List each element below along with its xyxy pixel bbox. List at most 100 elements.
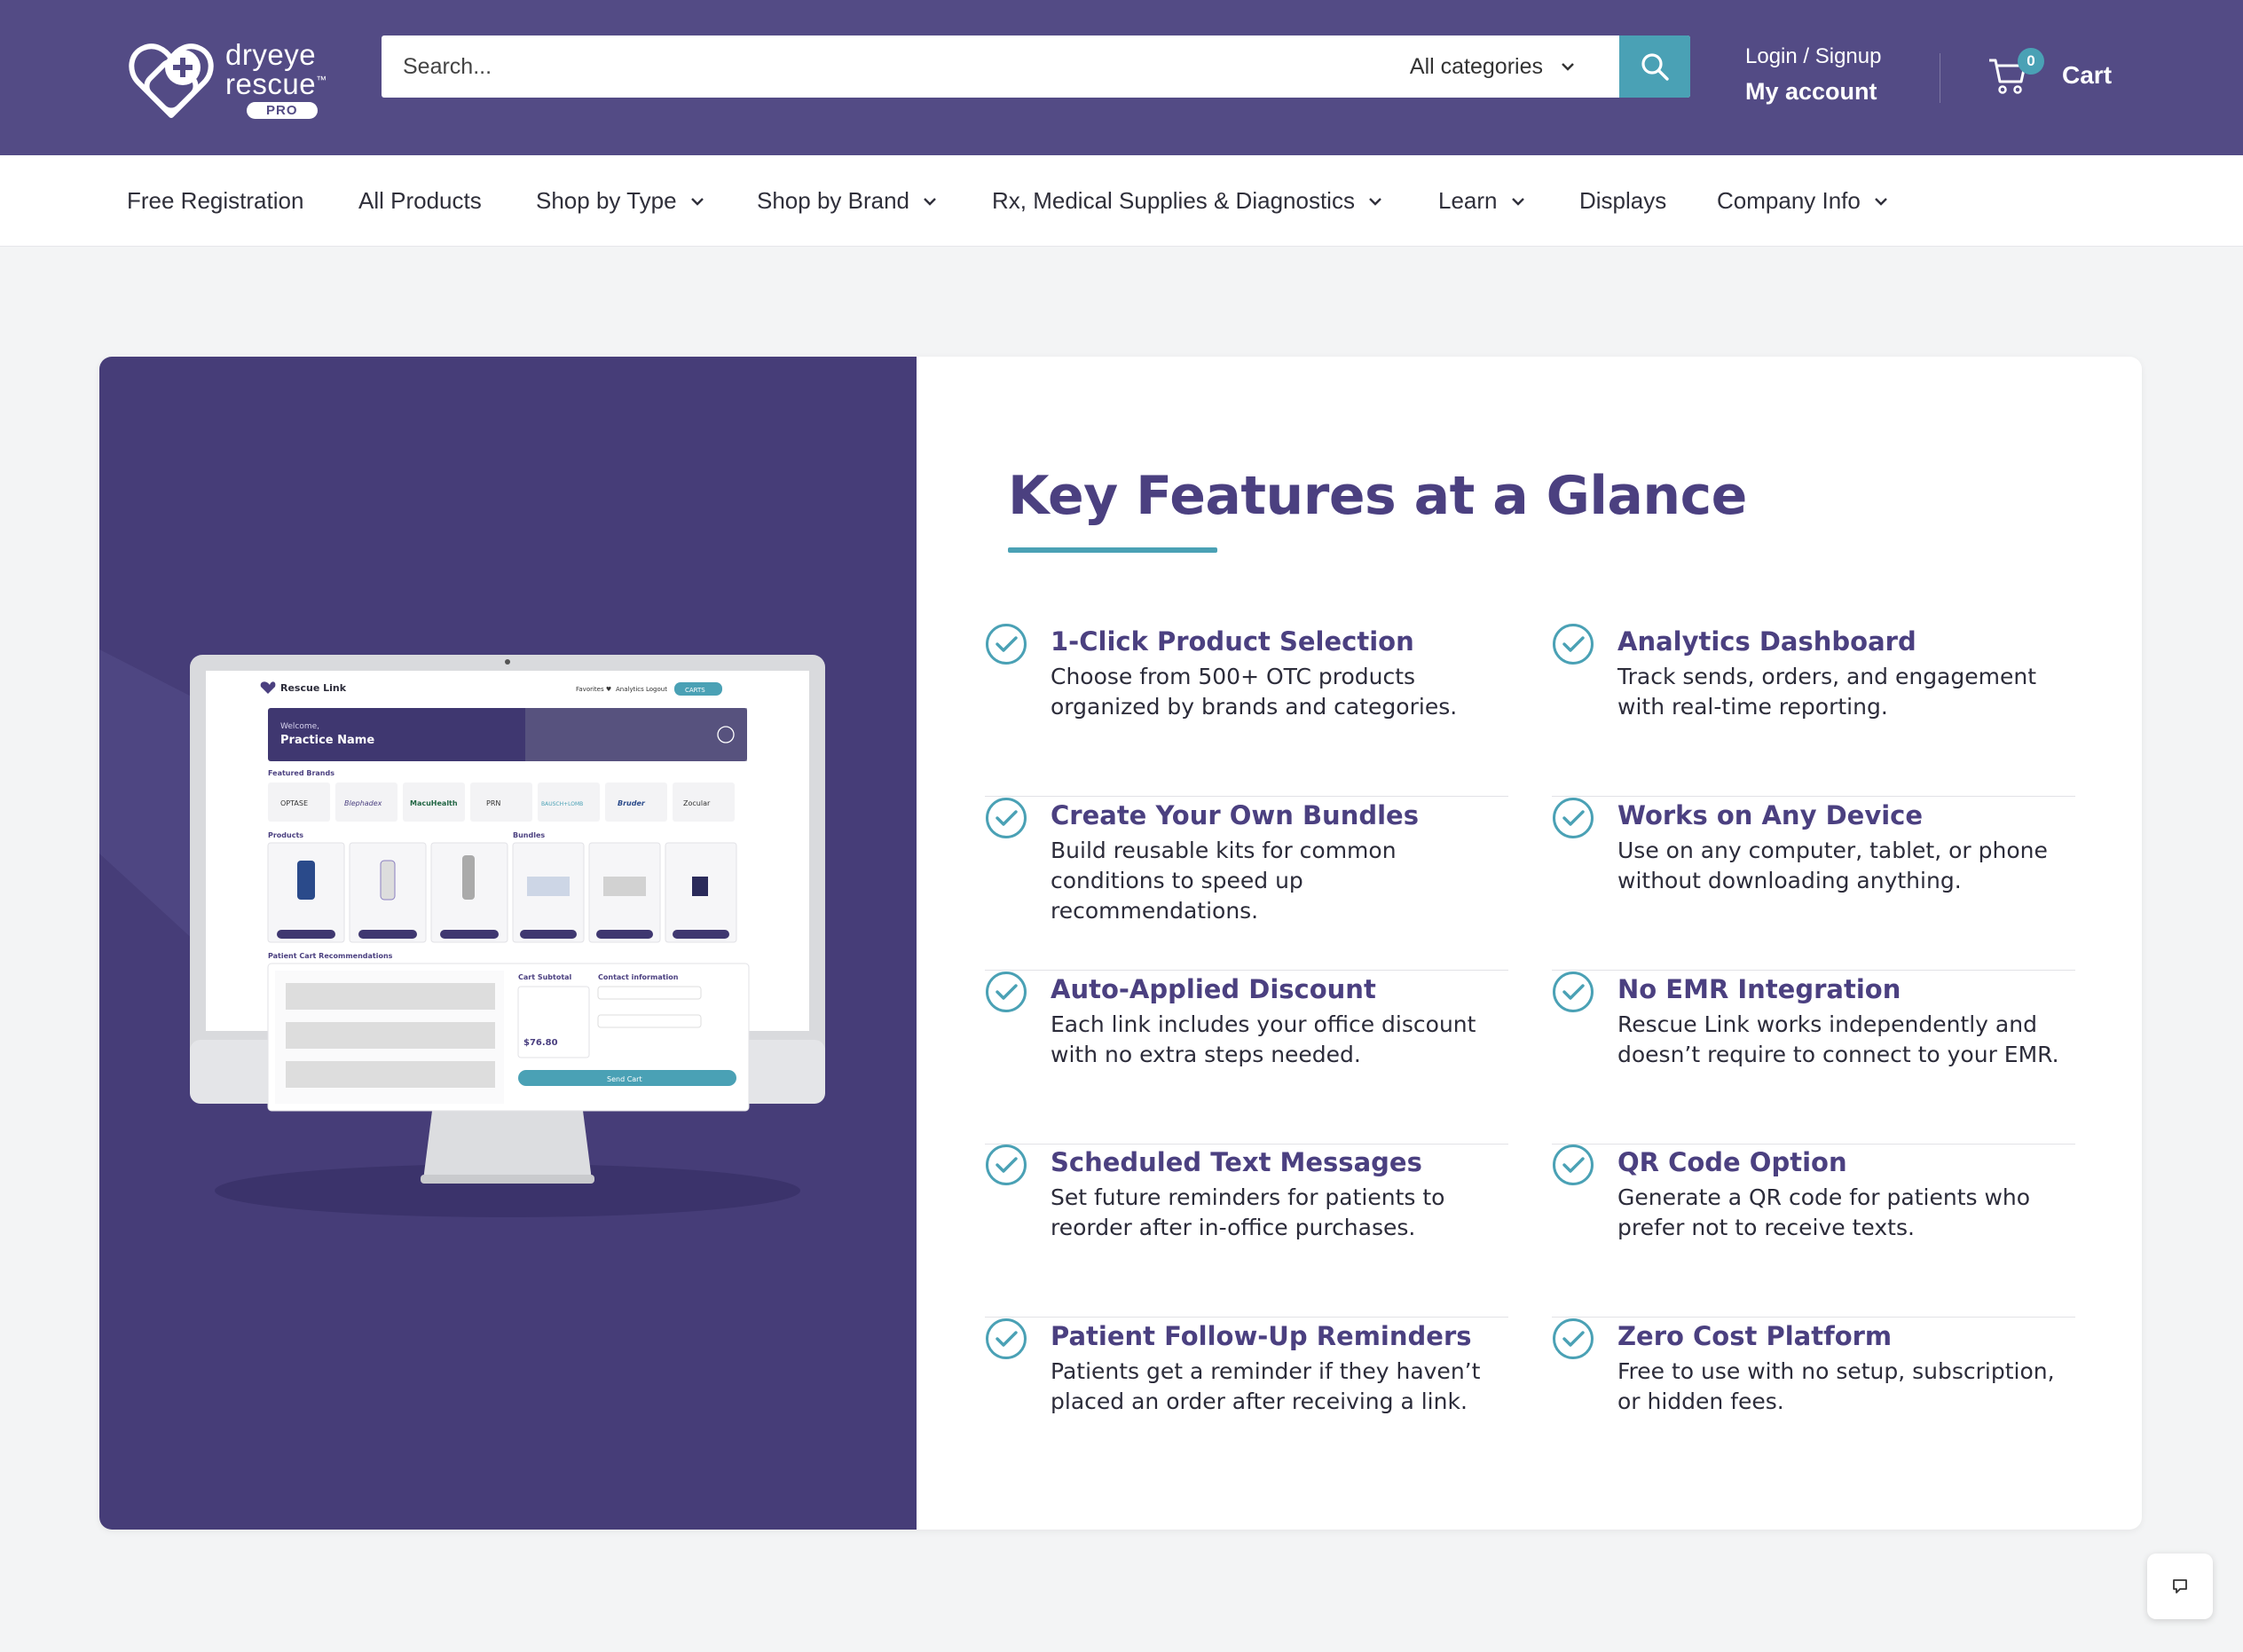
feature-item: Analytics Dashboard Track sends, orders,… — [1552, 623, 2075, 797]
nav-company-info[interactable]: Company Info — [1717, 187, 1889, 215]
svg-text:Favorites ♥: Favorites ♥ — [576, 686, 611, 693]
svg-text:Cart Subtotal: Cart Subtotal — [518, 973, 572, 981]
check-circle-icon — [1553, 1318, 1594, 1359]
svg-text:Contact information: Contact information — [598, 973, 679, 981]
product-showcase-panel: Rescue Link Favorites ♥ Analytics Logout… — [99, 357, 917, 1530]
feature-description: Track sends, orders, and engagement with… — [1617, 664, 2037, 720]
feature-description: Patients get a reminder if they haven’t … — [1051, 1358, 1481, 1414]
main-nav: Free Registration All Products Shop by T… — [0, 155, 2243, 247]
svg-text:Practice Name: Practice Name — [280, 734, 374, 747]
site-header: dryeye rescue™ PRO All categories Login … — [0, 0, 2243, 155]
chat-icon — [2173, 1579, 2187, 1593]
login-signup-link[interactable]: Login / Signup — [1745, 44, 1881, 69]
feature-item: Zero Cost Platform Free to use with no s… — [1552, 1318, 2075, 1491]
feature-item: Auto-Applied Discount Each link includes… — [985, 971, 1508, 1145]
cart-button[interactable]: 0 Cart — [1987, 48, 2113, 96]
feature-item: QR Code Option Generate a QR code for pa… — [1552, 1144, 2075, 1318]
check-circle-icon — [1553, 798, 1594, 838]
feature-description: Use on any computer, tablet, or phone wi… — [1617, 838, 2048, 893]
feature-title: No EMR Integration — [1617, 974, 1901, 1004]
cart-count-badge: 0 — [2018, 48, 2044, 75]
feature-item: Scheduled Text Messages Set future remin… — [985, 1144, 1508, 1318]
check-circle-icon — [986, 1318, 1027, 1359]
feature-title: Works on Any Device — [1617, 800, 1924, 830]
category-select[interactable]: All categories — [1410, 35, 1619, 98]
feature-title: Create Your Own Bundles — [1051, 800, 1419, 830]
feature-title: QR Code Option — [1617, 1147, 1847, 1177]
section-heading: Key Features at a Glance — [1008, 465, 1747, 527]
search-bar: All categories — [382, 35, 1690, 98]
feature-description: Free to use with no setup, subscription,… — [1617, 1358, 2055, 1414]
svg-text:Send Cart: Send Cart — [607, 1075, 642, 1083]
feature-item: Works on Any Device Use on any computer,… — [1552, 797, 2075, 971]
check-circle-icon — [986, 1145, 1027, 1185]
feature-item: Patient Follow-Up Reminders Patients get… — [985, 1318, 1508, 1491]
svg-text:Blephadex: Blephadex — [344, 799, 382, 807]
feature-item: Create Your Own Bundles Build reusable k… — [985, 797, 1508, 971]
my-account-link[interactable]: My account — [1745, 78, 1881, 106]
check-circle-icon — [986, 972, 1027, 1012]
check-circle-icon — [986, 798, 1027, 838]
feature-title: Analytics Dashboard — [1617, 626, 1916, 657]
nav-all-products[interactable]: All Products — [358, 187, 482, 215]
search-input[interactable] — [382, 35, 1410, 98]
svg-text:Analytics: Analytics — [616, 686, 644, 693]
features-card: Rescue Link Favorites ♥ Analytics Logout… — [99, 357, 2142, 1530]
cart-icon: 0 — [1987, 48, 2044, 96]
svg-text:BAUSCH+LOMB: BAUSCH+LOMB — [541, 801, 583, 807]
svg-text:Patient Cart Recommendations: Patient Cart Recommendations — [268, 952, 393, 960]
svg-text:Bruder: Bruder — [618, 799, 646, 807]
chevron-down-icon — [1369, 197, 1381, 206]
chevron-down-icon — [1875, 197, 1887, 206]
svg-text:Welcome,: Welcome, — [280, 722, 319, 731]
feature-description: Build reusable kits for common condition… — [1051, 838, 1397, 924]
search-icon — [1641, 53, 1669, 81]
nav-shop-by-type[interactable]: Shop by Type — [536, 187, 705, 215]
feature-title: Zero Cost Platform — [1617, 1321, 1893, 1351]
svg-text:Products: Products — [268, 831, 303, 839]
svg-text:Zocular: Zocular — [683, 799, 711, 807]
svg-text:PRN: PRN — [486, 799, 500, 807]
svg-text:OPTASE: OPTASE — [280, 799, 308, 807]
feature-title: 1-Click Product Selection — [1051, 626, 1414, 657]
logo-heart-cross-icon — [129, 43, 214, 118]
feature-description: Each link includes your office discount … — [1051, 1011, 1476, 1067]
feature-title: Patient Follow-Up Reminders — [1051, 1321, 1472, 1351]
nav-rx-medical[interactable]: Rx, Medical Supplies & Diagnostics — [992, 187, 1383, 215]
svg-text:CARTS: CARTS — [685, 687, 705, 694]
chevron-down-icon — [1511, 197, 1524, 206]
check-circle-icon — [1553, 1145, 1594, 1185]
svg-text:MacuHealth: MacuHealth — [410, 799, 458, 807]
feature-description: Choose from 500+ OTC products organized … — [1051, 664, 1458, 720]
feature-description: Rescue Link works independently and does… — [1617, 1011, 2059, 1067]
category-select-label: All categories — [1409, 53, 1543, 79]
feature-title: Scheduled Text Messages — [1051, 1147, 1422, 1177]
logo-wordmark: dryeye rescue™ PRO — [225, 40, 327, 119]
feature-description: Set future reminders for patients to reo… — [1051, 1184, 1445, 1240]
pro-badge: PRO — [247, 101, 318, 119]
logo-line1: dryeye — [225, 37, 317, 71]
logo[interactable]: dryeye rescue™ PRO — [124, 34, 328, 124]
nav-shop-by-brand[interactable]: Shop by Brand — [757, 187, 938, 215]
mockup-app-name: Rescue Link — [280, 682, 347, 694]
check-circle-icon — [1553, 972, 1594, 1012]
svg-text:$76.80: $76.80 — [523, 1038, 558, 1048]
feature-title: Auto-Applied Discount — [1051, 974, 1376, 1004]
feature-item: No EMR Integration Rescue Link works ind… — [1552, 971, 2075, 1145]
svg-text:Bundles: Bundles — [513, 831, 545, 839]
heading-underline — [1008, 547, 1217, 553]
svg-text:Featured Brands: Featured Brands — [268, 769, 334, 777]
check-circle-icon — [1553, 624, 1594, 665]
nav-free-registration[interactable]: Free Registration — [127, 187, 303, 215]
account-menu[interactable]: Login / Signup My account — [1745, 44, 1881, 106]
chevron-down-icon — [924, 197, 936, 206]
nav-learn[interactable]: Learn — [1438, 187, 1526, 215]
cart-label: Cart — [2062, 61, 2113, 89]
nav-displays[interactable]: Displays — [1579, 187, 1666, 215]
monitor-mockup: Rescue Link Favorites ♥ Analytics Logout… — [190, 655, 825, 1184]
chevron-down-icon — [690, 197, 704, 206]
chat-widget-button[interactable] — [2147, 1554, 2213, 1619]
search-button[interactable] — [1619, 35, 1690, 98]
feature-description: Generate a QR code for patients who pref… — [1617, 1184, 2031, 1240]
svg-text:Logout: Logout — [646, 686, 667, 693]
